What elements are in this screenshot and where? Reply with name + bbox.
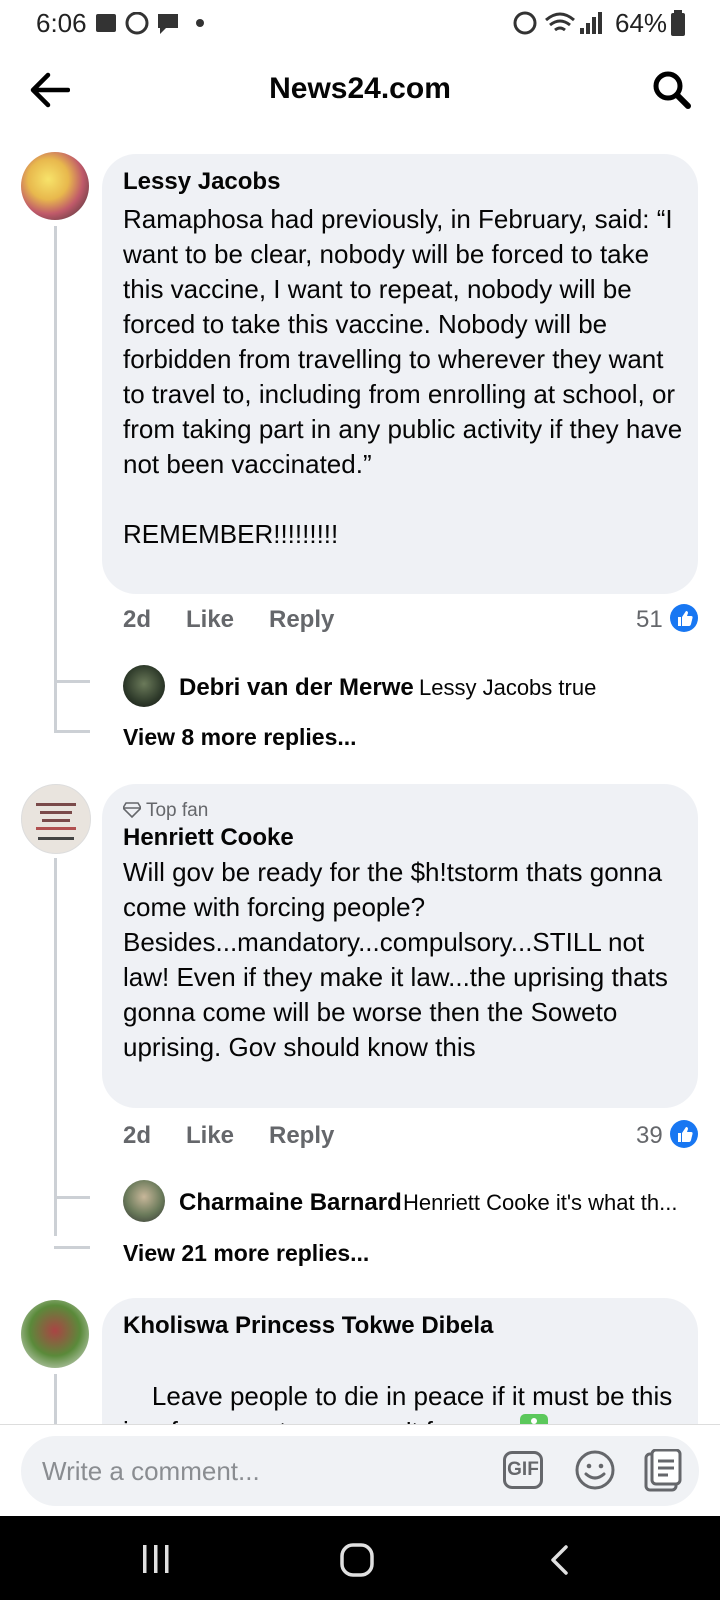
avatar[interactable] <box>21 784 91 854</box>
reaction-count[interactable]: 51 <box>636 606 663 634</box>
like-reaction-icon <box>670 604 698 632</box>
back-nav-icon[interactable] <box>548 1544 572 1576</box>
status-bar: 6:06 64% <box>0 0 720 46</box>
comment-bubble[interactable]: Top fan Henriett Cooke Will gov be ready… <box>102 784 698 1108</box>
view-more-replies[interactable]: View 8 more replies... <box>123 724 357 751</box>
thread-branch <box>54 680 90 683</box>
battery-icon <box>671 10 685 36</box>
comment-time: 2d <box>123 1122 152 1149</box>
reply-text[interactable]: Henriett Cooke it's what th... <box>403 1190 677 1216</box>
top-fan-label: Top fan <box>145 800 209 821</box>
gif-button[interactable]: GIF <box>503 1451 543 1489</box>
thread-line <box>54 858 57 1236</box>
home-icon[interactable] <box>339 1542 375 1578</box>
like-button[interactable]: Like <box>186 1122 234 1150</box>
emoji-button-icon[interactable] <box>574 1449 616 1491</box>
sticker-button-icon[interactable] <box>642 1449 684 1493</box>
comment-text: Will gov be ready for the $h!tstorm that… <box>123 857 676 1062</box>
like-reaction-icon <box>670 1120 698 1148</box>
reply-button[interactable]: Reply <box>269 1122 334 1150</box>
gif-label: GIF <box>507 1459 539 1480</box>
reply-author[interactable]: Charmaine Barnard <box>179 1189 402 1217</box>
comment-author[interactable]: Henriett Cooke <box>123 824 294 852</box>
status-time: 6:06 <box>36 8 87 38</box>
reply-text[interactable]: Lessy Jacobs true <box>419 675 596 701</box>
page-title: News24.com <box>269 72 451 105</box>
comment-text-wrap: Leave people to die in peace if it must … <box>123 1344 683 1424</box>
top-fan-badge: Top fan <box>121 800 209 822</box>
reply-button[interactable]: Reply <box>269 606 334 634</box>
standing-person-emoji-icon <box>520 1414 549 1424</box>
comment-placeholder: Write a comment... <box>42 1456 260 1486</box>
notification-icons <box>96 12 204 35</box>
reply-author[interactable]: Debri van der Merwe <box>179 674 414 702</box>
thread-branch <box>54 730 90 733</box>
search-icon[interactable] <box>652 70 692 110</box>
avatar[interactable] <box>123 1180 165 1222</box>
comment-author[interactable]: Lessy Jacobs <box>123 168 280 196</box>
system-status-icons <box>513 11 602 35</box>
comment-author[interactable]: Kholiswa Princess Tokwe Dibela <box>123 1312 493 1340</box>
diamond-icon <box>121 802 143 819</box>
battery-percent: 64% <box>615 8 668 38</box>
comment-bubble[interactable]: Lessy Jacobs Ramaphosa had previously, i… <box>102 154 698 594</box>
comment-text: Ramaphosa had previously, in February, s… <box>123 204 683 549</box>
reaction-count[interactable]: 39 <box>636 1122 663 1150</box>
thread-line <box>54 1374 57 1424</box>
comment-text: Leave people to die in peace if it must … <box>123 1381 673 1424</box>
comment-bubble[interactable]: Kholiswa Princess Tokwe Dibela Leave peo… <box>102 1298 698 1424</box>
comment-time: 2d <box>123 606 152 633</box>
thread-branch <box>54 1196 90 1199</box>
avatar[interactable] <box>123 665 165 707</box>
view-more-replies[interactable]: View 21 more replies... <box>123 1240 369 1267</box>
thread-line <box>54 226 57 732</box>
avatar[interactable] <box>21 152 89 220</box>
thread-branch <box>54 1246 90 1249</box>
recent-apps-icon[interactable] <box>140 1542 172 1576</box>
like-button[interactable]: Like <box>186 606 234 634</box>
avatar[interactable] <box>21 1300 89 1368</box>
